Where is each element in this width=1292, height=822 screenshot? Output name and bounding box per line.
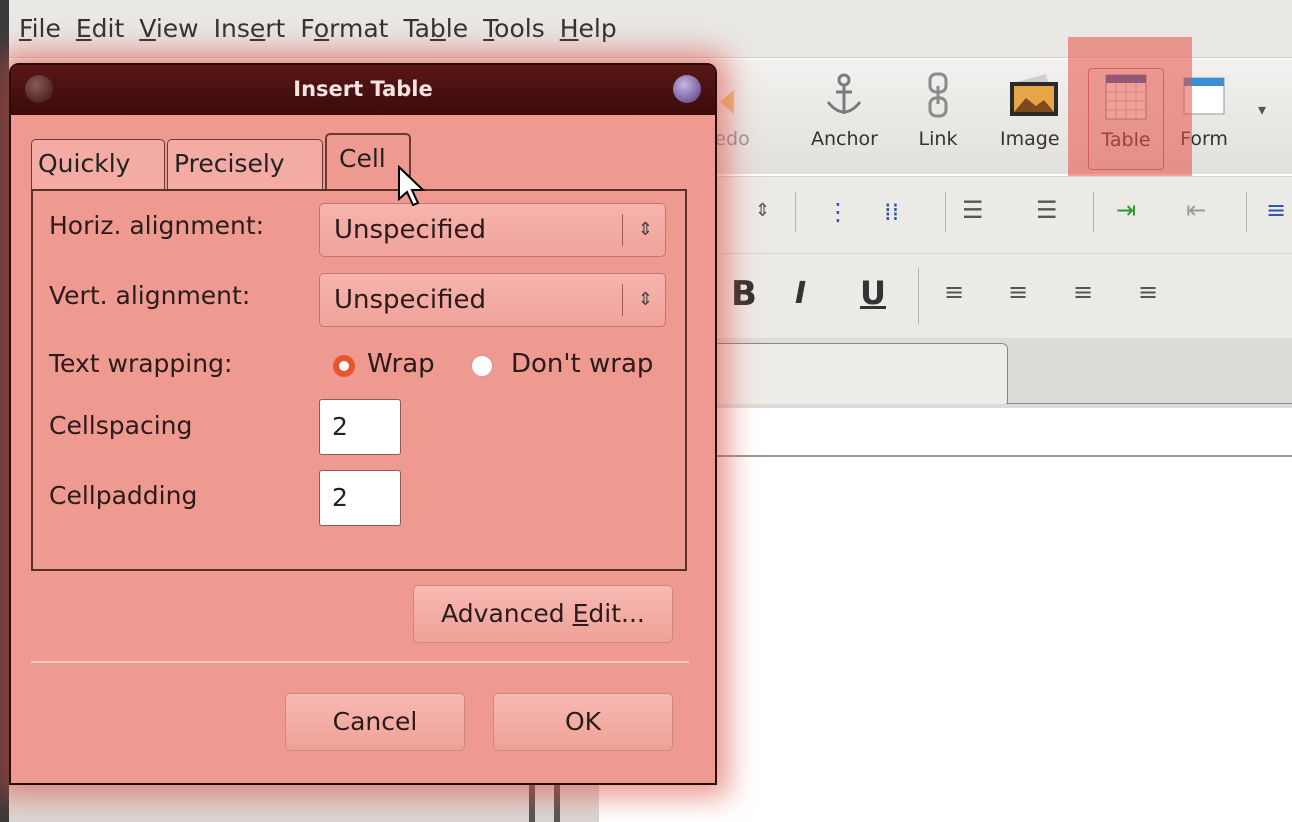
form-button[interactable]: Form [1180, 72, 1228, 172]
menu-help[interactable]: Help [560, 14, 617, 43]
menu-insert[interactable]: Insert [214, 14, 286, 43]
spin-icon[interactable]: ⇕ [755, 200, 770, 221]
vert-alignment-value: Unspecified [334, 285, 486, 315]
bullet-list-icon[interactable]: ☰ [1036, 196, 1058, 224]
window-border [0, 0, 9, 822]
hr-icon[interactable]: ≡ [1266, 196, 1286, 224]
insert-table-dialog: Insert Table Quickly Precisely Cell Hori… [9, 63, 717, 785]
bottom-frame [9, 785, 599, 822]
toolbar-separator [1093, 192, 1094, 232]
link-label: Link [918, 128, 958, 150]
maximize-icon[interactable] [673, 75, 701, 103]
cellpadding-label: Cellpadding [49, 481, 198, 510]
mouse-cursor-icon [398, 165, 426, 207]
anchor-button[interactable]: Anchor [811, 72, 878, 172]
numbered-list-icon[interactable]: ☰ [962, 196, 984, 224]
cancel-button[interactable]: Cancel [285, 693, 465, 751]
menu-tools[interactable]: Tools [483, 14, 545, 43]
anchor-icon [820, 72, 868, 120]
tab-baseline [1006, 403, 1292, 404]
combo-divider [622, 284, 623, 316]
redo-button[interactable]: edo [712, 72, 752, 172]
bold-button[interactable]: B [731, 274, 757, 314]
column-icon[interactable]: ⁞⁞ [884, 198, 899, 226]
link-button[interactable]: Link [918, 72, 958, 172]
horiz-alignment-label: Horiz. alignment: [49, 211, 265, 240]
row-icon[interactable]: ⋮ [826, 198, 850, 226]
dont-wrap-radio[interactable] [471, 355, 493, 377]
wrap-option-label[interactable]: Wrap [367, 349, 435, 379]
combo-divider [622, 214, 623, 246]
cellspacing-input[interactable]: 2 [319, 399, 401, 455]
image-button[interactable]: Image [1000, 72, 1060, 172]
italic-button[interactable]: I [795, 276, 806, 311]
dialog-title: Insert Table [293, 77, 433, 101]
vert-alignment-select[interactable]: Unspecified ⇕ [319, 273, 666, 327]
outdent-icon[interactable]: ⇤ [1186, 196, 1206, 224]
justify-icon[interactable]: ≡ [1138, 278, 1158, 306]
menu-file[interactable]: File [19, 14, 61, 43]
menu-format[interactable]: Format [300, 14, 388, 43]
toolbar-separator [795, 192, 796, 232]
toolbar-separator [1246, 192, 1247, 232]
table-icon [1102, 73, 1150, 121]
frame-divider [529, 785, 535, 822]
tab-precisely[interactable]: Precisely [167, 139, 323, 191]
menu-table[interactable]: Table [403, 14, 468, 43]
dont-wrap-option-label[interactable]: Don't wrap [511, 349, 653, 379]
horiz-alignment-select[interactable]: Unspecified ⇕ [319, 203, 666, 257]
ok-button[interactable]: OK [493, 693, 673, 751]
toolbar-overflow-icon[interactable]: ▾ [1258, 100, 1266, 119]
tab-quickly[interactable]: Quickly [31, 139, 165, 191]
advanced-edit-button[interactable]: Advanced Edit... [413, 585, 673, 643]
cellpadding-input[interactable]: 2 [319, 470, 401, 526]
underline-button[interactable]: U [860, 274, 886, 312]
anchor-label: Anchor [811, 128, 878, 150]
align-right-icon[interactable]: ≡ [1073, 278, 1093, 306]
vert-alignment-label: Vert. alignment: [49, 281, 251, 310]
table-label: Table [1101, 129, 1151, 151]
link-icon [918, 72, 958, 120]
close-icon[interactable] [25, 75, 53, 103]
image-icon [1006, 72, 1058, 120]
menubar: File Edit View Insert Format Table Tools… [9, 0, 1292, 58]
dialog-separator [31, 661, 689, 663]
redo-icon [712, 72, 752, 120]
updown-arrows-icon: ⇕ [637, 219, 653, 240]
wrap-radio[interactable] [333, 355, 355, 377]
dialog-titlebar: Insert Table [11, 65, 715, 115]
menu-edit[interactable]: Edit [76, 14, 124, 43]
indent-icon[interactable]: ⇥ [1116, 196, 1136, 224]
menu-view[interactable]: View [139, 14, 198, 43]
form-icon [1180, 72, 1228, 120]
form-label: Form [1180, 128, 1228, 150]
image-label: Image [1000, 128, 1060, 150]
align-left-icon[interactable]: ≡ [944, 278, 964, 306]
toolbar-separator [945, 192, 946, 232]
table-button[interactable]: Table [1088, 68, 1164, 170]
text-wrapping-label: Text wrapping: [49, 349, 233, 378]
toolbar-separator [918, 268, 919, 324]
updown-arrows-icon: ⇕ [637, 289, 653, 310]
cellspacing-label: Cellspacing [49, 411, 193, 440]
align-center-icon[interactable]: ≡ [1008, 278, 1028, 306]
horiz-alignment-value: Unspecified [334, 215, 486, 245]
frame-divider [554, 785, 560, 822]
cell-panel: Horiz. alignment: Unspecified ⇕ Vert. al… [31, 189, 687, 571]
